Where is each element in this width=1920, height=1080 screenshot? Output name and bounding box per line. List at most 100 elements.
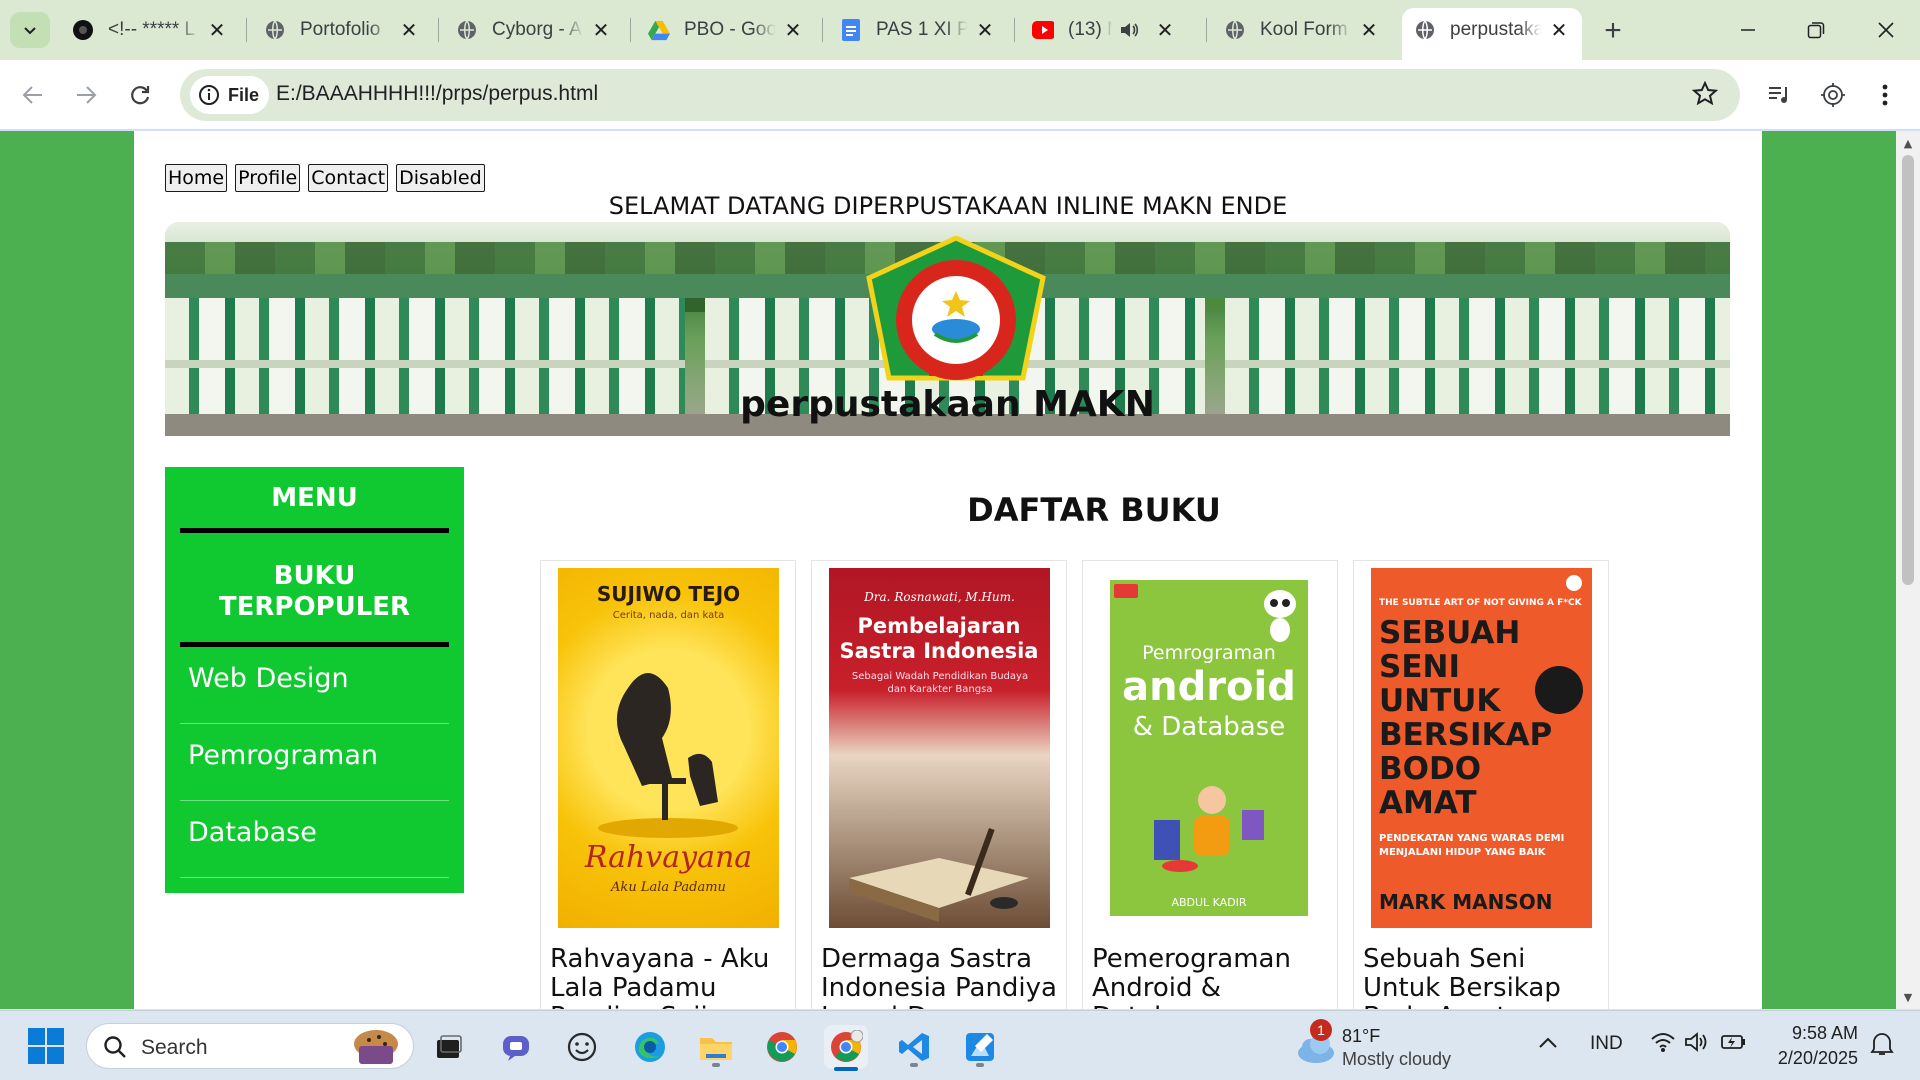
tab-title: PAS 1 XI PE [876,19,968,40]
paint-app-icon[interactable] [958,1025,1002,1069]
browser-tab[interactable]: Cyborg - A ✕ [444,8,624,52]
windows-start-icon[interactable] [28,1028,64,1064]
robot-icon [1264,590,1296,642]
show-hidden-icons-chevron-icon[interactable] [1538,1033,1558,1055]
tab-search-button[interactable] [10,12,50,48]
sidebar-link-web-design[interactable]: Web Design [180,647,449,724]
publisher-logo [1114,584,1138,598]
browser-tab[interactable]: Portofolio ✕ [252,8,432,52]
scroll-down-icon[interactable]: ▼ [1896,987,1920,1007]
running-indicator [976,1063,984,1067]
close-tab-icon[interactable]: ✕ [1154,19,1176,42]
book-cover-image[interactable]: SUJIWO TEJO Cerita, nada, dan kata Rahva… [558,568,779,928]
page-viewport: Home Profile Contact Disabled SELAMAT DA… [0,131,1896,1009]
chevron-down-icon [24,27,36,35]
search-icon [104,1036,126,1058]
bookmark-star-icon[interactable] [1691,80,1719,111]
cover-subtitle: PENDEKATAN YANG WARAS DEMI MENJALANI HID… [1379,833,1565,858]
scroll-up-icon[interactable]: ▲ [1896,133,1920,153]
browser-tab[interactable]: Kool Form ✕ [1212,8,1392,52]
page-scrollbar[interactable]: ▲ ▼ [1896,131,1920,1009]
cover-line1: Pemrograman [1142,642,1276,664]
cover-author: MARK MANSON [1379,890,1553,914]
emoji-app-icon[interactable] [560,1025,604,1069]
google-docs-icon [840,19,862,41]
nav-home-button[interactable]: Home [165,164,228,192]
notifications-icon[interactable] [1870,1031,1894,1063]
close-tab-icon[interactable]: ✕ [590,19,612,42]
file-explorer-icon[interactable] [694,1025,738,1069]
new-tab-button[interactable]: + [1596,14,1630,48]
browser-tab[interactable]: PAS 1 XI PE ✕ [828,8,1008,52]
tab-title: perpustaka [1450,19,1542,40]
running-indicator [910,1063,918,1067]
running-indicator [712,1063,720,1067]
reload-icon [131,86,150,105]
book-card-list: SUJIWO TEJO Cerita, nada, dan kata Rahva… [540,560,1609,1009]
battery-charging-icon[interactable] [1720,1031,1748,1059]
google-drive-icon [648,19,670,41]
reload-button[interactable] [121,76,159,114]
media-control-icon[interactable] [1760,76,1798,114]
cover-subtitle: Aku Lala Padamu [611,880,726,895]
tab-title: (13) Nu [1068,19,1112,40]
back-button[interactable] [14,76,52,114]
book-cover-image[interactable]: Dra. Rosnawati, M.Hum. Pembelajaran Sast… [829,568,1050,928]
book-card[interactable]: Dra. Rosnawati, M.Hum. Pembelajaran Sast… [811,560,1067,1009]
taskbar-clock[interactable]: 9:58 AM 2/20/2025 [1770,1021,1858,1071]
sidebar-menu: MENU BUKU TERPOPULER Web Design Pemrogra… [165,467,464,893]
language-indicator[interactable]: IND [1590,1033,1623,1055]
browser-tab[interactable]: (13) Nu ✕ [1020,8,1200,52]
nav-disabled-button[interactable]: Disabled [396,164,485,192]
scrollbar-thumb[interactable] [1902,155,1914,585]
cover-book-name: Pembelajaran Sastra Indonesia [839,614,1039,663]
book-card[interactable]: SUJIWO TEJO Cerita, nada, dan kata Rahva… [540,560,796,1009]
vscode-icon[interactable] [892,1025,936,1069]
book-card[interactable]: THE SUBTLE ART OF NOT GIVING A F*CK SEBU… [1353,560,1609,1009]
nav-contact-button[interactable]: Contact [308,164,389,192]
close-window-button[interactable] [1856,10,1916,50]
volume-icon[interactable] [1684,1031,1708,1059]
forward-button[interactable] [67,76,105,114]
extensions-icon[interactable] [1814,76,1852,114]
close-tab-icon[interactable]: ✕ [974,19,996,42]
book-cover-image[interactable]: THE SUBTLE ART OF NOT GIVING A F*CK SEBU… [1371,568,1592,928]
close-tab-icon[interactable]: ✕ [398,19,420,42]
browser-tab[interactable]: PBO - Goo ✕ [636,8,816,52]
chrome-icon[interactable] [760,1025,804,1069]
teams-chat-icon[interactable] [494,1025,538,1069]
task-view-icon[interactable] [426,1025,470,1069]
wifi-icon[interactable] [1650,1031,1676,1059]
globe-icon [1414,19,1436,41]
sidebar-link-pemrograman[interactable]: Pemrograman [180,724,449,801]
chrome-profile-active-icon[interactable] [824,1025,868,1071]
site-info-chip[interactable]: File [190,76,270,114]
nav-profile-button[interactable]: Profile [235,164,301,192]
book-card[interactable]: Pemrograman android & Database ABDUL KAD… [1082,560,1338,1009]
taskbar-search-box[interactable]: Search [86,1023,414,1069]
sidebar-link-database[interactable]: Database [180,801,449,878]
browser-toolbar: File E:/BAAAHHHH!!!/prps/perpus.html [0,60,1920,130]
close-tab-icon[interactable]: ✕ [1358,19,1380,42]
weather-temperature: 81°F [1342,1026,1381,1046]
minimize-button[interactable] [1718,10,1778,50]
close-tab-icon[interactable]: ✕ [206,19,228,42]
youtube-icon [1032,19,1054,41]
search-label: Search [141,1036,208,1059]
url-text[interactable]: E:/BAAAHHHH!!!/prps/perpus.html [276,82,598,106]
cover-book-name: SEBUAH SENI UNTUK BERSIKAP BODO AMAT [1379,615,1553,821]
browser-tab[interactable]: <!-- ***** L ✕ [60,8,240,52]
address-bar[interactable]: File E:/BAAAHHHH!!!/prps/perpus.html [180,69,1740,121]
close-tab-icon[interactable]: ✕ [1548,19,1570,42]
book-cover-image[interactable]: Pemrograman android & Database ABDUL KAD… [1100,568,1321,928]
globe-icon [1224,19,1246,41]
more-menu-icon[interactable] [1866,76,1904,114]
tab-separator [1206,18,1207,42]
speaker-icon[interactable] [1118,21,1140,39]
restore-button[interactable] [1786,10,1846,50]
close-tab-icon[interactable]: ✕ [782,19,804,42]
browser-tab-active[interactable]: perpustaka ✕ [1402,8,1582,60]
edge-browser-icon[interactable] [628,1025,672,1069]
cover-tagline: Cerita, nada, dan kata [612,610,725,621]
tab-separator [1014,18,1015,42]
